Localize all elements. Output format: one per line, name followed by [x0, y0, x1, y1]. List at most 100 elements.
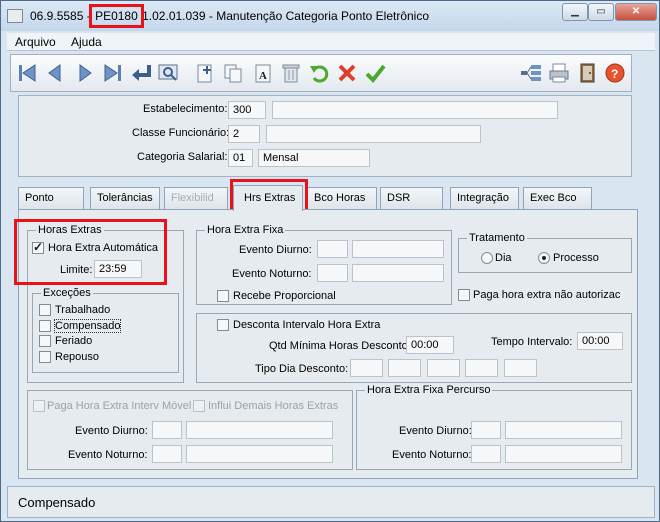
percurso-group: Hora Extra Fixa Percurso Evento Diurno: … — [356, 384, 632, 470]
tipo-dia-field-3[interactable] — [427, 359, 460, 377]
copy-button[interactable] — [221, 61, 245, 85]
classe-funcionario-label: Classe Funcionário: — [132, 127, 230, 139]
desconta-intervalo-label: Desconta Intervalo Hora Extra — [233, 319, 381, 331]
paga-nao-autorizada-checkbox[interactable] — [458, 289, 470, 301]
paga-interv-movel-label: Paga Hora Extra Interv Móvel — [47, 400, 192, 412]
print-button[interactable] — [547, 61, 571, 85]
last-record-button[interactable] — [101, 61, 125, 85]
tratamento-processo-radio[interactable] — [538, 252, 550, 264]
maximize-button[interactable]: ▭ — [588, 3, 614, 21]
tab-exec-bco[interactable]: Exec Bco — [523, 187, 592, 209]
tab-tolerancias[interactable]: Tolerâncias — [90, 187, 160, 209]
horas-extras-title: Horas Extras — [36, 224, 104, 236]
hora-extra-fixa-title: Hora Extra Fixa — [205, 224, 286, 236]
excecoes-group: Exceções Trabalhado Compensado Feriado R… — [32, 287, 179, 373]
limite-label: Limite: — [60, 264, 93, 276]
title-bar: 06.9.5585 - PE0180 1.02.01.039 - Manuten… — [1, 1, 659, 31]
search-button[interactable] — [157, 61, 181, 85]
percurso-evento-noturno-field[interactable] — [471, 445, 501, 463]
estabelecimento-label: Estabelecimento: — [143, 103, 228, 115]
undo-button[interactable] — [307, 61, 331, 85]
tipo-dia-field-4[interactable] — [465, 359, 498, 377]
movel-evento-diurno-field[interactable] — [152, 421, 182, 439]
percurso-evento-noturno-description — [505, 445, 622, 463]
ok-button[interactable] — [363, 61, 387, 85]
goto-button[interactable] — [129, 61, 153, 85]
new-button[interactable] — [193, 61, 217, 85]
movel-evento-noturno-field[interactable] — [152, 445, 182, 463]
movel-evento-diurno-description — [186, 421, 333, 439]
tab-hrs-extras[interactable]: Hrs Extras — [233, 185, 303, 211]
percurso-title: Hora Extra Fixa Percurso — [365, 384, 493, 396]
tipo-dia-field-1[interactable] — [350, 359, 383, 377]
feriado-checkbox[interactable] — [39, 335, 51, 347]
first-record-button[interactable] — [15, 61, 39, 85]
percurso-evento-noturno-label: Evento Noturno: — [392, 449, 472, 461]
program-code: PE0180 — [89, 4, 144, 28]
edit-button[interactable]: A — [251, 61, 275, 85]
next-record-button[interactable] — [73, 61, 97, 85]
status-text: Compensado — [18, 495, 96, 510]
cancel-button[interactable] — [335, 61, 359, 85]
intervalo-group: Desconta Intervalo Hora Extra Qtd Mínima… — [196, 313, 632, 383]
close-button[interactable]: ✕ — [615, 3, 657, 21]
hora-extra-automatica-checkbox[interactable] — [32, 240, 44, 254]
interv-movel-group: Paga Hora Extra Interv Móvel Influi Dema… — [27, 390, 353, 470]
help-button[interactable]: ? — [603, 61, 627, 85]
compensado-checkbox[interactable] — [39, 320, 51, 332]
toolbar: A ? — [10, 54, 632, 92]
evento-diurno-field[interactable] — [317, 240, 348, 258]
classe-funcionario-description — [266, 125, 481, 143]
menu-ajuda[interactable]: Ajuda — [71, 35, 102, 49]
repouso-label: Repouso — [55, 351, 100, 363]
tab-integracao[interactable]: Integração — [450, 187, 519, 209]
main-window: 06.9.5585 - PE0180 1.02.01.039 - Manuten… — [0, 0, 660, 522]
recebe-proporcional-checkbox[interactable] — [217, 290, 229, 302]
tratamento-dia-radio[interactable] — [481, 252, 493, 264]
trabalhado-checkbox[interactable] — [39, 304, 51, 316]
evento-noturno-label: Evento Noturno: — [232, 268, 312, 280]
prev-record-button[interactable] — [43, 61, 67, 85]
percurso-evento-diurno-label: Evento Diurno: — [399, 425, 472, 437]
excecoes-title: Exceções — [41, 287, 93, 299]
version-label: 06.9.5585 — [30, 9, 84, 23]
estabelecimento-field[interactable]: 300 — [228, 101, 266, 119]
tab-bco-horas[interactable]: Bco Horas — [307, 187, 377, 209]
tab-dsr[interactable]: DSR — [380, 187, 443, 209]
delete-button[interactable] — [279, 61, 303, 85]
categoria-salarial-field[interactable]: 01 — [228, 149, 253, 167]
tree-button[interactable] — [519, 61, 543, 85]
limite-field[interactable]: 23:59 — [94, 260, 142, 278]
classe-funcionario-field[interactable]: 2 — [228, 125, 260, 143]
feriado-label: Feriado — [55, 335, 93, 347]
tree-icon — [521, 65, 541, 81]
help-icon: ? — [605, 63, 625, 83]
movel-evento-noturno-description — [186, 445, 333, 463]
tipo-dia-field-5[interactable] — [504, 359, 537, 377]
qtd-minima-field[interactable]: 00:00 — [406, 336, 454, 354]
evento-noturno-field[interactable] — [317, 264, 348, 282]
tempo-intervalo-field[interactable]: 00:00 — [577, 332, 623, 350]
desconta-intervalo-checkbox[interactable] — [217, 319, 229, 331]
header-panel: Estabelecimento: 300 Classe Funcionário:… — [18, 95, 632, 177]
movel-evento-diurno-label: Evento Diurno: — [75, 425, 148, 437]
tratamento-dia-label: Dia — [495, 252, 512, 264]
exit-door-icon — [580, 63, 595, 83]
tipo-dia-field-2[interactable] — [388, 359, 421, 377]
build-label: 1.02.01.039 — [142, 9, 206, 23]
percurso-evento-diurno-field[interactable] — [471, 421, 501, 439]
exit-button[interactable] — [575, 61, 599, 85]
minimize-button[interactable]: ▁ — [562, 3, 588, 21]
menu-arquivo[interactable]: Arquivo — [15, 35, 56, 49]
next-icon — [79, 64, 92, 82]
tab-ponto[interactable]: Ponto — [18, 187, 84, 209]
tab-flexibilid: Flexibilid — [164, 187, 228, 209]
menu-bar: Arquivo Ajuda — [7, 33, 655, 51]
tempo-intervalo-label: Tempo Intervalo: — [491, 336, 573, 348]
last-icon — [104, 64, 121, 82]
evento-noturno-description — [352, 264, 444, 282]
hrs-extras-panel: Horas Extras Hora Extra Automática Limit… — [14, 209, 638, 479]
recebe-proporcional-label: Recebe Proporcional — [233, 290, 336, 302]
estabelecimento-description — [272, 101, 558, 119]
repouso-checkbox[interactable] — [39, 351, 51, 363]
